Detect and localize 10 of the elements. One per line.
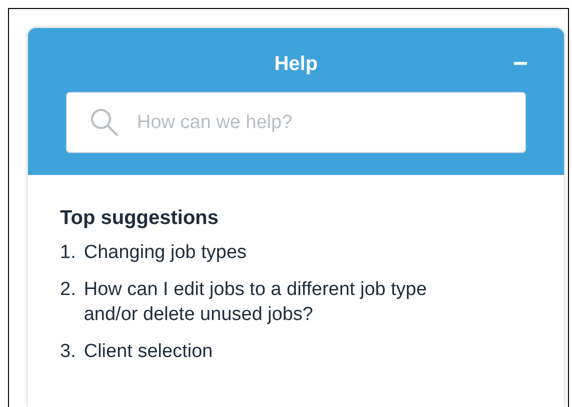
list-number: 2. xyxy=(60,278,76,302)
panel-title: Help xyxy=(274,52,318,76)
list-number: 1. xyxy=(60,241,76,265)
suggestion-link[interactable]: Client selection xyxy=(84,339,213,364)
suggestion-link[interactable]: Changing job types xyxy=(84,240,247,265)
section-heading: Top suggestions xyxy=(60,207,220,230)
search-field[interactable]: How can we help? xyxy=(66,92,526,153)
search-icon xyxy=(89,107,119,137)
list-number: 3. xyxy=(60,340,76,364)
suggestion-link[interactable]: How can I edit jobs to a different job type and/or delete unused jobs? xyxy=(84,277,480,327)
